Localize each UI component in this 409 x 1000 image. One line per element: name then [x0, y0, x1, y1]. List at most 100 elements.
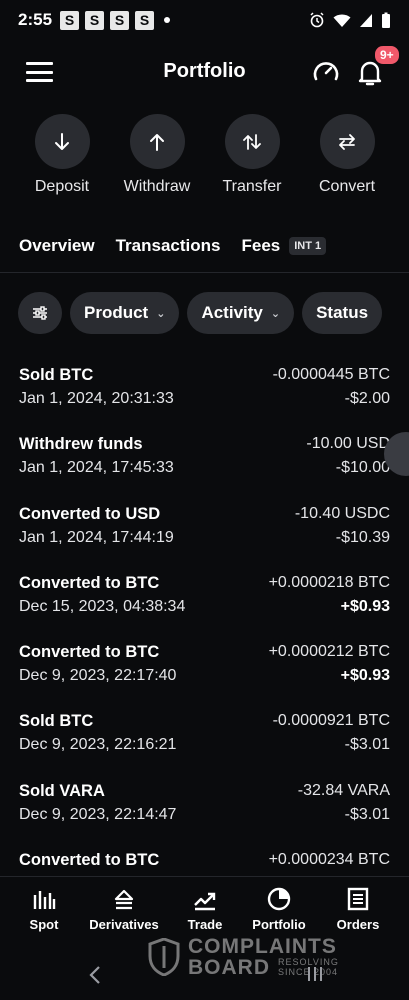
chevron-down-icon: ⌄: [156, 307, 166, 320]
transaction-row[interactable]: Withdrew funds Jan 1, 2024, 17:45:33 -10.0…: [0, 435, 409, 504]
withdraw-button[interactable]: Withdraw: [112, 114, 202, 196]
transaction-amount: -10.40 USDC: [294, 504, 390, 522]
nav-spot-label: Spot: [29, 917, 59, 932]
transaction-row[interactable]: Converted to BTC Dec 9, 2023, 22:17:40 +0.…: [0, 643, 409, 712]
transaction-row[interactable]: Sold BTC Jan 1, 2024, 20:31:33 -0.0000445 …: [0, 366, 409, 435]
convert-label: Convert: [318, 178, 376, 195]
transaction-amount: -0.0000921 BTC: [272, 712, 390, 730]
product-filter-label: Product: [84, 303, 149, 322]
withdraw-label: Withdraw: [123, 178, 191, 195]
transaction-amount: +0.0000212 BTC: [268, 643, 390, 661]
nav-portfolio-label: Portfolio: [252, 917, 306, 932]
transaction-amount: -32.84 VARA: [297, 781, 390, 799]
filter-bar: Product ⌄ Activity ⌄ Status: [18, 292, 383, 334]
quick-actions: Deposit Withdraw Transfer Convert: [0, 114, 409, 204]
transaction-title: Converted to BTC: [19, 851, 160, 870]
notification-s-icon: S: [85, 10, 105, 30]
back-chevron-icon[interactable]: [88, 965, 102, 985]
tab-transactions[interactable]: Transactions: [116, 236, 221, 256]
transaction-usd-value: +$0.93: [340, 667, 390, 685]
filter-settings-button[interactable]: [18, 292, 62, 334]
nav-trade-label: Trade: [187, 917, 223, 932]
transaction-usd-value: -$10.00: [335, 459, 390, 477]
deposit-button[interactable]: Deposit: [17, 114, 107, 196]
nav-orders-label: Orders: [336, 917, 380, 932]
transaction-usd-value: -$2.00: [344, 390, 390, 407]
tab-fees[interactable]: Fees: [241, 236, 280, 256]
transaction-list: Sold BTC Jan 1, 2024, 20:31:33 -0.0000445 …: [0, 366, 409, 920]
transfer-icon: [224, 114, 280, 169]
transaction-usd-value: -$3.01: [344, 805, 390, 823]
transaction-row[interactable]: Sold BTC Dec 9, 2023, 22:16:21 -0.0000921 …: [0, 712, 409, 781]
page-title: Portfolio: [163, 60, 246, 82]
status-bar: 2:55 S S S S: [0, 0, 409, 40]
status-filter-label: Status: [316, 303, 369, 322]
transaction-title: Sold VARA: [19, 781, 105, 800]
transfer-button[interactable]: Transfer: [207, 114, 297, 196]
notification-count-badge: 9+: [373, 44, 401, 66]
transaction-date: Jan 1, 2024, 17:44:19: [19, 528, 174, 546]
orders-icon: [334, 887, 382, 911]
transaction-row[interactable]: Converted to USD Jan 1, 2024, 17:44:19 -10…: [0, 505, 409, 574]
status-filter-chip[interactable]: Status: [302, 292, 383, 334]
transaction-date: Dec 9, 2023, 22:17:40: [19, 667, 177, 685]
transaction-row[interactable]: Converted to BTC Dec 15, 2023, 04:38:34 +0…: [0, 574, 409, 643]
notification-s-icon: S: [60, 10, 80, 30]
transaction-amount: -0.0000445 BTC: [272, 366, 390, 383]
transaction-title: Sold BTC: [19, 712, 94, 731]
portfolio-tabs: Overview Transactions Fees INT 1: [19, 236, 327, 256]
transaction-date: Jan 1, 2024, 17:45:33: [19, 459, 174, 477]
transaction-date: Dec 9, 2023, 22:14:47: [19, 805, 177, 823]
wifi-icon: [333, 14, 351, 27]
system-navigation-bar: [0, 960, 409, 990]
nav-portfolio[interactable]: Portfolio: [247, 887, 311, 932]
activity-filter-label: Activity: [201, 303, 263, 322]
nav-spot[interactable]: Spot: [22, 887, 66, 932]
battery-icon: [382, 12, 390, 28]
arrow-down-icon: [34, 114, 90, 169]
recent-apps-icon[interactable]: [306, 964, 324, 984]
product-filter-chip[interactable]: Product ⌄: [70, 292, 180, 334]
deposit-label: Deposit: [34, 178, 90, 195]
nav-orders[interactable]: Orders: [334, 887, 382, 932]
gauge-icon[interactable]: [312, 59, 340, 85]
transaction-title: Converted to USD: [19, 504, 161, 523]
pie-chart-icon: [247, 887, 311, 911]
signal-icon: [360, 13, 372, 27]
nav-derivatives[interactable]: Derivatives: [84, 887, 164, 932]
app-header: Portfolio 9+: [0, 44, 409, 100]
transaction-usd-value: -$3.01: [344, 736, 390, 754]
tabs-divider: [0, 272, 409, 273]
bar-chart-icon: [22, 887, 66, 911]
more-notifications-dot-icon: [164, 17, 171, 23]
transaction-usd-value: +$0.93: [340, 597, 390, 615]
transaction-date: Jan 1, 2024, 20:31:33: [19, 390, 174, 407]
nav-derivatives-label: Derivatives: [89, 917, 159, 932]
transaction-title: Converted to BTC: [19, 573, 160, 592]
derivatives-icon: [84, 887, 164, 911]
status-time: 2:55: [18, 10, 53, 29]
transaction-amount: +0.0000234 BTC: [268, 851, 390, 869]
alarm-icon: [310, 12, 324, 28]
transfer-label: Transfer: [222, 178, 282, 195]
notification-s-icon: S: [135, 10, 155, 30]
transaction-title: Sold BTC: [19, 366, 94, 384]
convert-icon: [319, 114, 375, 169]
arrow-up-icon: [129, 114, 185, 169]
chevron-down-icon: ⌄: [270, 307, 281, 320]
notification-s-icon: S: [110, 10, 130, 30]
fees-badge: INT 1: [289, 237, 327, 255]
nav-trade[interactable]: Trade: [182, 887, 228, 932]
activity-filter-chip[interactable]: Activity ⌄: [187, 292, 295, 334]
transaction-amount: +0.0000218 BTC: [268, 573, 390, 591]
watermark-line1: COMPLAINTS: [188, 935, 337, 958]
convert-button[interactable]: Convert: [302, 114, 392, 196]
sliders-icon: [33, 306, 47, 320]
transaction-title: Converted to BTC: [19, 643, 160, 662]
transaction-title: Withdrew funds: [19, 435, 143, 454]
transaction-usd-value: -$10.39: [335, 528, 390, 546]
transaction-row[interactable]: Sold VARA Dec 9, 2023, 22:14:47 -32.84 VAR…: [0, 782, 409, 851]
transaction-amount: -10.00 USD: [306, 435, 390, 453]
tab-overview[interactable]: Overview: [19, 236, 95, 256]
trend-icon: [182, 887, 228, 911]
